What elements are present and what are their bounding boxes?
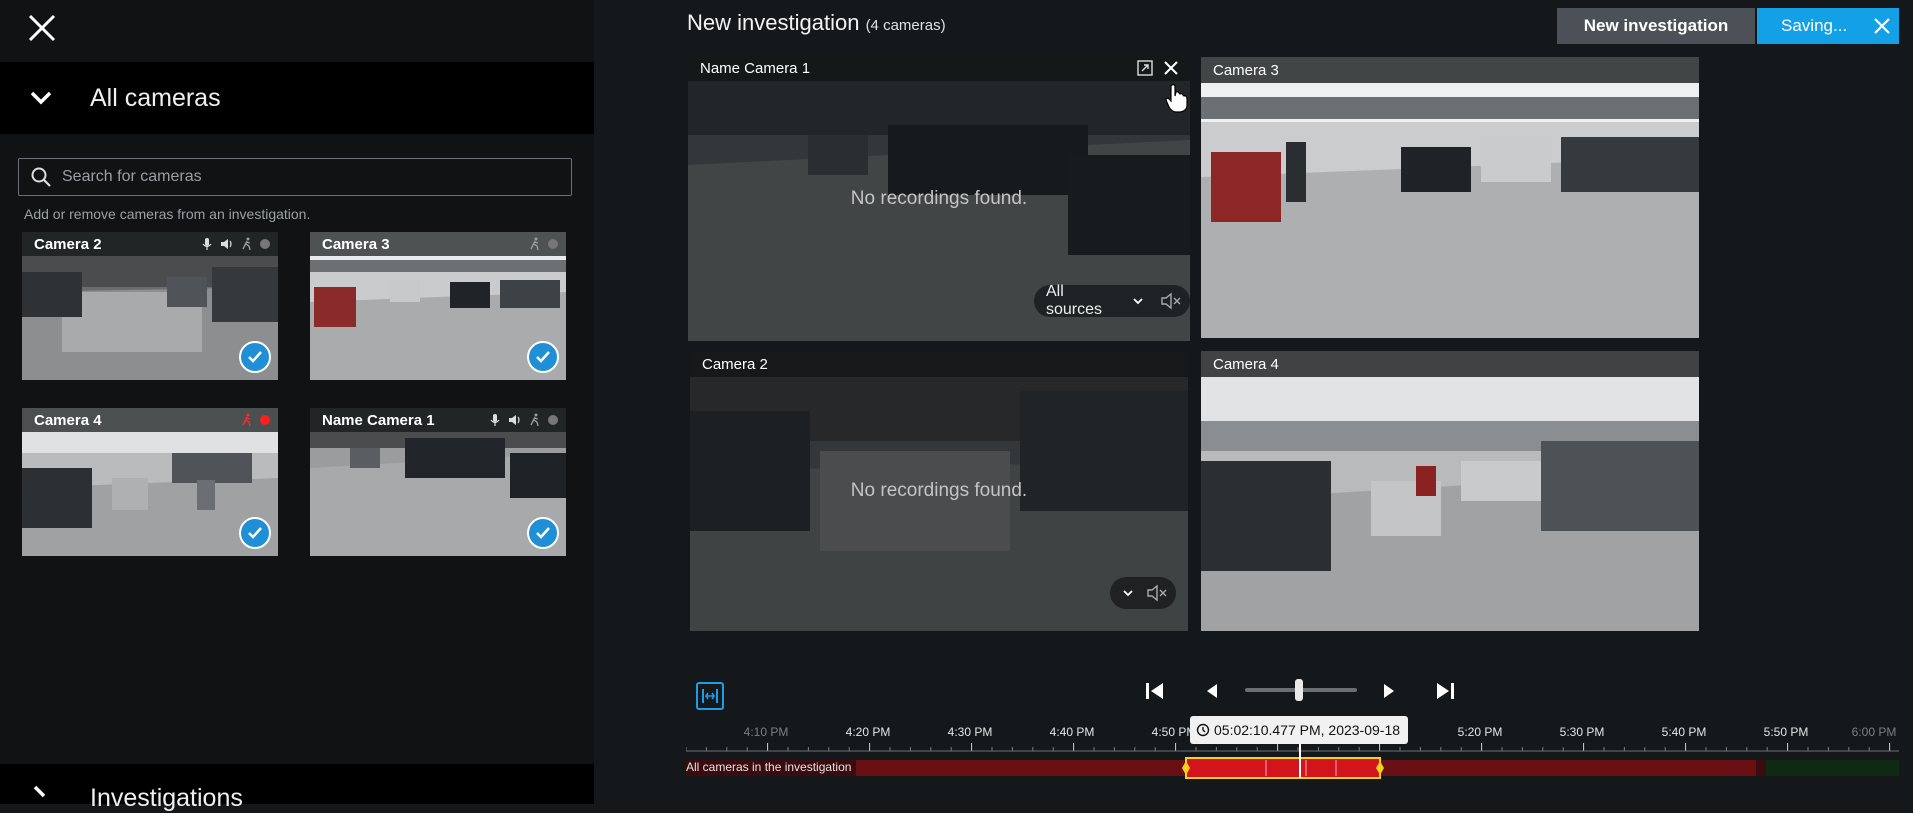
- speaker-icon: [509, 415, 520, 425]
- step-back-icon[interactable]: [1197, 676, 1227, 706]
- all-cameras-group-header[interactable]: All cameras: [0, 62, 594, 134]
- timeline-tick-label: 4:20 PM: [845, 725, 891, 739]
- thumb-camera-name: Name Camera 1: [322, 411, 435, 429]
- selected-check-icon[interactable]: [239, 517, 271, 549]
- camera-count: (4 cameras): [865, 17, 946, 34]
- thumb-camera-name: Camera 2: [34, 235, 102, 253]
- timeline-tick-label: 4:40 PM: [1049, 725, 1095, 739]
- search-input[interactable]: [62, 168, 542, 186]
- camera-panel: All cameras Add or remove cameras from a…: [0, 0, 594, 812]
- mute-icon[interactable]: [1160, 291, 1182, 311]
- sync-timeline-button[interactable]: [696, 682, 724, 710]
- motion-icon: [530, 413, 539, 427]
- video-tile-camera-2[interactable]: Camera 2 No recordings found.: [690, 351, 1188, 631]
- tile-camera-name: Camera 2: [702, 355, 768, 373]
- timeline-tick-label: 4:10 PM: [743, 725, 789, 739]
- tile-titlebar: Camera 2: [690, 351, 1188, 377]
- selected-check-icon[interactable]: [527, 341, 559, 373]
- chevron-right-icon: [33, 785, 46, 798]
- timeline-track-label: All cameras in the investigation: [686, 760, 852, 774]
- recording-indicator-icon: [260, 239, 270, 249]
- group-label: Investigations: [90, 784, 243, 812]
- step-forward-icon[interactable]: [1374, 676, 1404, 706]
- camera-thumb-camera-3[interactable]: Camera 3: [310, 232, 566, 380]
- hand-cursor-icon: [1165, 84, 1188, 113]
- tile-titlebar: Camera 4: [1201, 351, 1699, 377]
- thumb-titlebar: Name Camera 1: [310, 408, 566, 432]
- tile-titlebar: Name Camera 1: [688, 55, 1190, 81]
- mute-icon[interactable]: [1146, 583, 1168, 603]
- recording-indicator-icon: [548, 415, 558, 425]
- save-button[interactable]: Saving...: [1757, 8, 1899, 44]
- no-recordings-message: No recordings found.: [850, 188, 1028, 209]
- sync-icon: [702, 689, 718, 703]
- thumb-camera-name: Camera 3: [322, 235, 390, 253]
- skip-to-end-icon[interactable]: [1430, 676, 1460, 706]
- timeline-tick-label: 5:50 PM: [1763, 725, 1809, 739]
- timeline-tick-label: 5:20 PM: [1457, 725, 1503, 739]
- cursor-timestamp: 05:02:10.477 PM, 2023-09-18: [1214, 722, 1401, 738]
- timeline-cursor-time: 05:02:10.477 PM, 2023-09-18: [1190, 716, 1409, 744]
- timeline-tick-label: 5:40 PM: [1661, 725, 1707, 739]
- chevron-down-icon: [30, 91, 52, 105]
- timeline-tick-label: 5:30 PM: [1559, 725, 1605, 739]
- clock-icon: [1196, 723, 1210, 737]
- chevron-down-icon: [1133, 298, 1143, 305]
- thumb-titlebar: Camera 2: [22, 232, 278, 256]
- camera-thumb-name-camera-1[interactable]: Name Camera 1: [310, 408, 566, 556]
- timeline-tick-label: 4:30 PM: [947, 725, 993, 739]
- camera-view: [1201, 351, 1699, 631]
- motion-icon: [530, 237, 539, 251]
- investigation-title: New investigation: [687, 10, 860, 35]
- video-tile-name-camera-1[interactable]: Name Camera 1 No recordings found. All s…: [688, 55, 1190, 341]
- speaker-icon: [221, 239, 232, 249]
- thumb-camera-name: Camera 4: [34, 411, 102, 429]
- skip-to-start-icon[interactable]: [1140, 676, 1170, 706]
- save-button-label: Saving...: [1781, 16, 1848, 35]
- motion-icon: [242, 413, 251, 427]
- timeline-tick-label: 6:00 PM: [1851, 725, 1897, 739]
- video-tile-camera-4[interactable]: Camera 4: [1201, 351, 1699, 631]
- investigations-group-header[interactable]: Investigations: [0, 764, 594, 812]
- video-tile-camera-3[interactable]: Camera 3: [1201, 57, 1699, 338]
- new-investigation-button[interactable]: New investigation: [1557, 8, 1755, 44]
- motion-icon: [242, 237, 251, 251]
- microphone-icon: [490, 414, 500, 426]
- sources-dropdown[interactable]: All sources: [1034, 283, 1190, 318]
- chevron-down-icon: [1123, 590, 1133, 597]
- playback-speed-slider[interactable]: [1245, 679, 1357, 701]
- thumb-titlebar: Camera 3: [310, 232, 566, 256]
- thumb-titlebar: Camera 4: [22, 408, 278, 432]
- timeline[interactable]: 4:10 PM 4:20 PM 4:30 PM 4:40 PM 4:50 PM …: [686, 716, 1899, 797]
- selected-check-icon[interactable]: [239, 341, 271, 373]
- camera-search[interactable]: [18, 158, 572, 196]
- camera-view: [1201, 57, 1699, 338]
- tile-camera-name: Camera 3: [1213, 61, 1279, 79]
- camera-hint: Add or remove cameras from an investigat…: [24, 206, 311, 222]
- sources-label: All sources: [1046, 283, 1103, 318]
- tile-camera-name: Camera 4: [1213, 355, 1279, 373]
- microphone-icon: [202, 238, 212, 250]
- selected-check-icon[interactable]: [527, 517, 559, 549]
- expand-icon[interactable]: [1136, 59, 1154, 77]
- search-icon: [31, 167, 51, 187]
- recording-indicator-icon: [260, 415, 270, 425]
- close-icon[interactable]: [1871, 15, 1893, 37]
- camera-thumb-camera-4[interactable]: Camera 4: [22, 408, 278, 556]
- recording-indicator-icon: [548, 239, 558, 249]
- close-tile-icon[interactable]: [1162, 59, 1180, 77]
- close-icon[interactable]: [24, 10, 60, 46]
- camera-thumb-camera-2[interactable]: Camera 2: [22, 232, 278, 380]
- speed-slider-handle[interactable]: [1295, 679, 1303, 701]
- group-label: All cameras: [90, 83, 221, 112]
- tile-titlebar: Camera 3: [1201, 57, 1699, 83]
- page-title: New investigation (4 cameras): [687, 10, 946, 36]
- tile-camera-name: Name Camera 1: [700, 59, 811, 77]
- no-recordings-message: No recordings found.: [850, 480, 1028, 501]
- sources-dropdown[interactable]: [1110, 577, 1176, 609]
